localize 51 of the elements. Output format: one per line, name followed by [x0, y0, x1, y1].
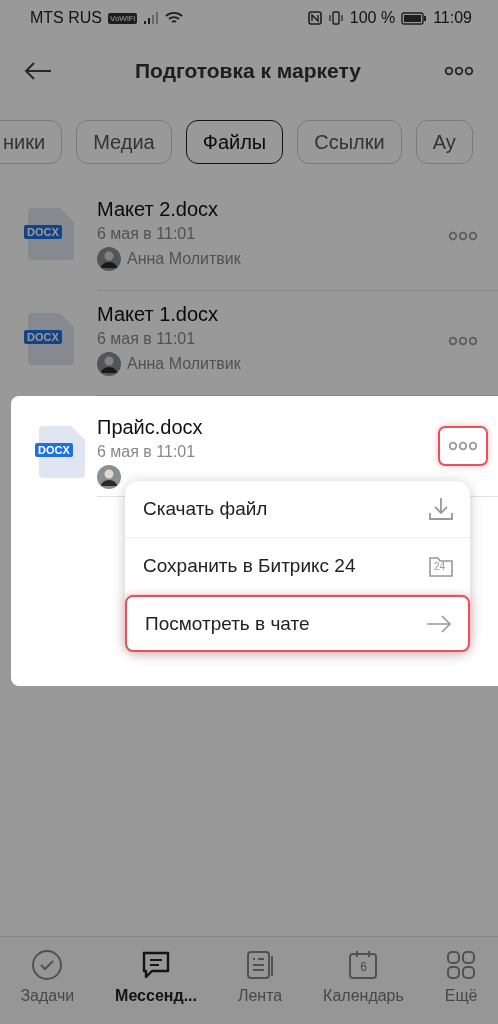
file-date: 6 мая в 11:01 — [97, 443, 197, 461]
calendar-day-number: 6 — [359, 960, 368, 974]
check-circle-icon — [31, 949, 64, 981]
grid-icon — [445, 949, 478, 981]
file-name: Макет 2.docx — [97, 198, 220, 221]
avatar-icon — [97, 247, 121, 271]
file-type-badge: DOCX — [24, 225, 62, 239]
filter-tab[interactable]: Медиа — [76, 120, 172, 164]
menu-item[interactable]: Посмотреть в чате — [125, 595, 470, 652]
nav-item[interactable]: 6 Календарь — [323, 949, 404, 1024]
carrier-name: MTS RUS — [30, 9, 102, 27]
file-type-badge: DOCX — [35, 443, 73, 457]
file-name: Макет 1.docx — [97, 303, 220, 326]
battery-level: 100 % — [349, 9, 396, 27]
filter-tab[interactable]: Файлы — [185, 120, 284, 164]
folder-icon-label: 24 — [434, 561, 446, 572]
menu-item[interactable]: Сохранить в Битрикс 24 24 — [125, 538, 470, 595]
file-type-badge: DOCX — [24, 330, 62, 344]
more-icon — [448, 231, 478, 241]
clock-time: 11:09 — [433, 9, 472, 27]
more-icon — [448, 336, 478, 346]
more-icon — [444, 66, 474, 76]
filter-tab[interactable]: ники — [0, 120, 63, 164]
more-icon — [448, 441, 478, 451]
author-name: Анна Молитвик — [127, 250, 241, 268]
nav-item[interactable]: Ещё — [444, 949, 478, 1024]
file-date: 6 мая в 11:01 — [97, 225, 197, 243]
chat-title: Подготовка к маркету — [135, 59, 361, 83]
back-button[interactable] — [24, 61, 52, 81]
nav-item[interactable]: Мессенд... — [115, 949, 197, 1024]
signal-icon — [143, 12, 160, 24]
more-button[interactable] — [438, 426, 488, 466]
file-name: Прайс.docx — [97, 416, 204, 439]
download-icon — [428, 496, 454, 522]
wifi-calling-badge: VoWiFi — [108, 12, 138, 24]
back-arrow-icon — [24, 61, 52, 81]
filter-tab[interactable]: Ссылки — [297, 120, 402, 164]
more-button[interactable] — [444, 66, 474, 76]
calendar-icon — [347, 949, 380, 981]
author-name: Анна Молитвик — [127, 355, 241, 373]
file-date: 6 мая в 11:01 — [97, 330, 197, 348]
filter-tab[interactable]: Ау — [415, 120, 473, 164]
battery-icon — [401, 11, 428, 25]
menu-item[interactable]: Скачать файл — [125, 481, 470, 538]
nav-item[interactable]: Задачи — [20, 949, 75, 1024]
avatar-icon — [97, 465, 121, 489]
wifi-icon — [165, 11, 184, 25]
avatar-icon — [97, 352, 121, 376]
vibrate-icon — [327, 11, 344, 25]
nav-item[interactable]: Лента — [237, 949, 283, 1024]
nfc-icon — [307, 11, 322, 25]
